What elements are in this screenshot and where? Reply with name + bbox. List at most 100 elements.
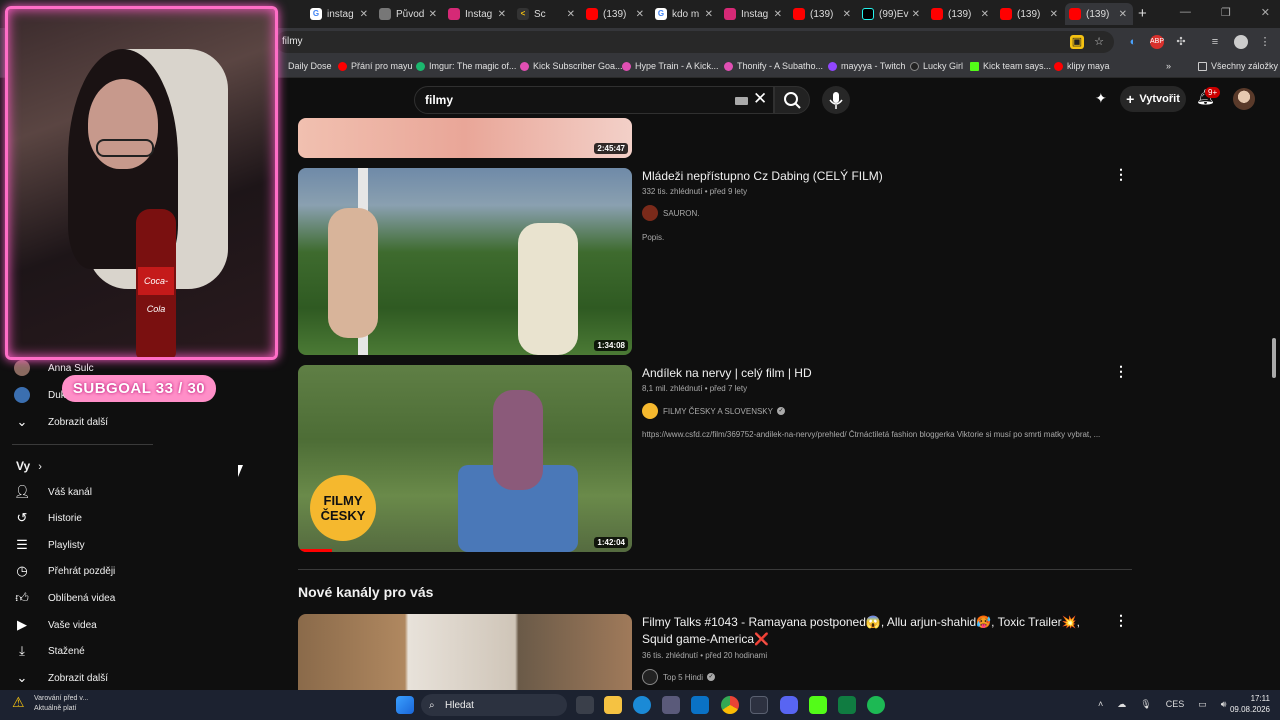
url-bar[interactable]: filmy [276,31,1114,53]
warning-icon[interactable]: ⚠ [12,694,25,711]
ai-sparkle-icon[interactable]: ✦ [1095,90,1107,107]
tab[interactable]: (139) ✕ [789,3,857,25]
display-icon[interactable]: ▭ [1198,699,1207,710]
start-icon[interactable] [396,696,414,714]
close-tab-icon[interactable]: ✕ [981,9,989,20]
language-indicator[interactable]: CES [1166,699,1185,710]
close-tab-icon[interactable]: ✕ [1119,9,1127,20]
keyboard-icon[interactable] [735,97,748,105]
tab[interactable]: Původ ✕ [375,3,443,25]
bookmark[interactable]: Přání pro mayu [338,61,413,71]
sidebar-item-watch-later[interactable]: ◷ Přehrát později [14,561,274,581]
avatar[interactable] [1233,88,1255,110]
close-tab-icon[interactable]: ✕ [429,9,437,20]
tab[interactable]: (139) ✕ [582,3,650,25]
tab[interactable]: Gkdo m ✕ [651,3,719,25]
menu-kebab-icon[interactable]: ⋮ [1258,35,1272,49]
close-tab-icon[interactable]: ✕ [1050,9,1058,20]
bookmarks-overflow-icon[interactable]: » [1166,61,1171,71]
sidebar-item-history[interactable]: ↺ Historie [14,508,274,528]
more-actions-icon[interactable]: ⋮ [1114,363,1128,380]
more-actions-icon[interactable]: ⋮ [1114,166,1128,183]
create-button[interactable]: + Vytvořit [1120,86,1186,112]
kick-icon[interactable] [809,696,827,714]
bookmark[interactable]: Lucky Girl [910,61,963,71]
tab[interactable]: < Sc ✕ [513,3,581,25]
video-channel[interactable]: SAURON. [642,205,699,221]
tab[interactable]: (99)Ev ✕ [858,3,926,25]
video-channel[interactable]: Top 5 Hindi ✓ [642,669,716,685]
all-bookmarks[interactable]: Všechny záložky [1198,61,1278,71]
bookmark[interactable]: Kick team says... [970,61,1051,71]
video-thumbnail[interactable]: FILMY ČESKY 1:42:04 [298,365,632,552]
video-thumbnail[interactable]: 1:34:08 [298,168,632,355]
close-tab-icon[interactable]: ✕ [774,9,782,20]
network-icon[interactable]: ☁ [1117,699,1126,710]
sidebar-show-more[interactable]: ⌄ Zobrazit další [14,412,274,432]
task-view-icon[interactable] [576,696,594,714]
sidebar-item-your-videos[interactable]: ▶ Vaše videa [14,615,274,635]
bookmark[interactable]: Imgur: The magic of... [416,61,516,71]
tab[interactable]: (139) ✕ [927,3,995,25]
puzzle-icon[interactable]: ✣ [1174,35,1188,49]
chevron-up-icon[interactable]: ˄ [1098,699,1103,710]
excel-icon[interactable] [838,696,856,714]
close-tab-icon[interactable]: ✕ [912,9,920,20]
close-tab-icon[interactable]: ✕ [567,9,575,20]
mic-icon[interactable]: 🎙︎ [1140,699,1151,710]
bookmark[interactable]: Daily Dose [288,61,332,71]
mail-icon[interactable] [691,696,709,714]
clear-search-icon[interactable]: ✕ [753,89,767,109]
tab[interactable]: Ginstag ✕ [306,3,374,25]
close-tab-icon[interactable]: ✕ [843,9,851,20]
discord-icon[interactable] [780,696,798,714]
extension-icon[interactable]: ◐ [1126,35,1140,49]
sidebar-item-downloads[interactable]: ⤓ Stažené [14,641,274,661]
screen-share-icon[interactable]: ▣ [1070,35,1084,49]
search-input[interactable]: filmy ✕ [414,86,774,114]
sidebar-heading-you[interactable]: Vy › [16,459,42,473]
bookmark[interactable]: Thonify - A Subatho... [724,61,823,71]
store-icon[interactable] [662,696,680,714]
voice-search-button[interactable] [822,86,850,114]
tab-active[interactable]: (139) ✕ [1065,3,1133,25]
bookmark[interactable]: Kick Subscriber Goa... [520,61,623,71]
file-explorer-icon[interactable] [604,696,622,714]
maximize-icon[interactable]: ❐ [1221,6,1231,19]
bookmark-star-icon[interactable]: ☆ [1092,35,1106,49]
profile-icon[interactable] [1234,35,1248,49]
video-thumbnail[interactable] [298,614,632,690]
bookmark[interactable]: mayyya - Twitch [828,61,905,71]
sidebar-item-channel[interactable]: 👤︎ Váš kanál [14,482,274,502]
new-tab-button[interactable]: + [1138,5,1147,22]
scrollbar-thumb[interactable] [1272,338,1276,378]
minimize-icon[interactable]: — [1180,6,1191,19]
close-tab-icon[interactable]: ✕ [498,9,506,20]
reading-list-icon[interactable]: ≡ [1208,35,1222,49]
adblock-icon[interactable]: ABP [1150,35,1164,49]
bookmark[interactable]: klipy maya [1054,61,1110,71]
sidebar-item-playlists[interactable]: ☰ Playlisty [14,535,274,555]
sidebar-show-more[interactable]: ⌄ Zobrazit další [14,668,274,688]
video-title[interactable]: Mládeži nepřístupno Cz Dabing (CELÝ FILM… [642,168,1102,185]
spotify-icon[interactable] [867,696,885,714]
video-thumbnail[interactable]: 2:45:47 [298,118,632,158]
close-tab-icon[interactable]: ✕ [636,9,644,20]
tab[interactable]: Instag ✕ [444,3,512,25]
obs-icon[interactable] [750,696,768,714]
video-channel[interactable]: FILMY ČESKY A SLOVENSKY ✓ [642,403,785,419]
bookmark[interactable]: Hype Train - A Kick... [622,61,719,71]
edge-icon[interactable] [633,696,651,714]
tab[interactable]: Instag ✕ [720,3,788,25]
video-title[interactable]: Andílek na nervy | celý film | HD [642,365,1102,382]
tab[interactable]: (139) ✕ [996,3,1064,25]
sidebar-item-liked[interactable]: 👍︎ Oblíbená videa [14,588,274,608]
close-window-icon[interactable]: ✕ [1261,6,1270,19]
more-actions-icon[interactable]: ⋮ [1114,612,1128,629]
search-button[interactable] [774,86,810,114]
close-tab-icon[interactable]: ✕ [360,9,368,20]
video-title[interactable]: Filmy Talks #1043 - Ramayana postponed😱,… [642,614,1102,648]
weather-warning[interactable]: Varování před v... Aktuálně platí [34,694,88,714]
close-tab-icon[interactable]: ✕ [705,9,713,20]
taskbar-search[interactable]: ⌕ Hledat [421,694,567,716]
